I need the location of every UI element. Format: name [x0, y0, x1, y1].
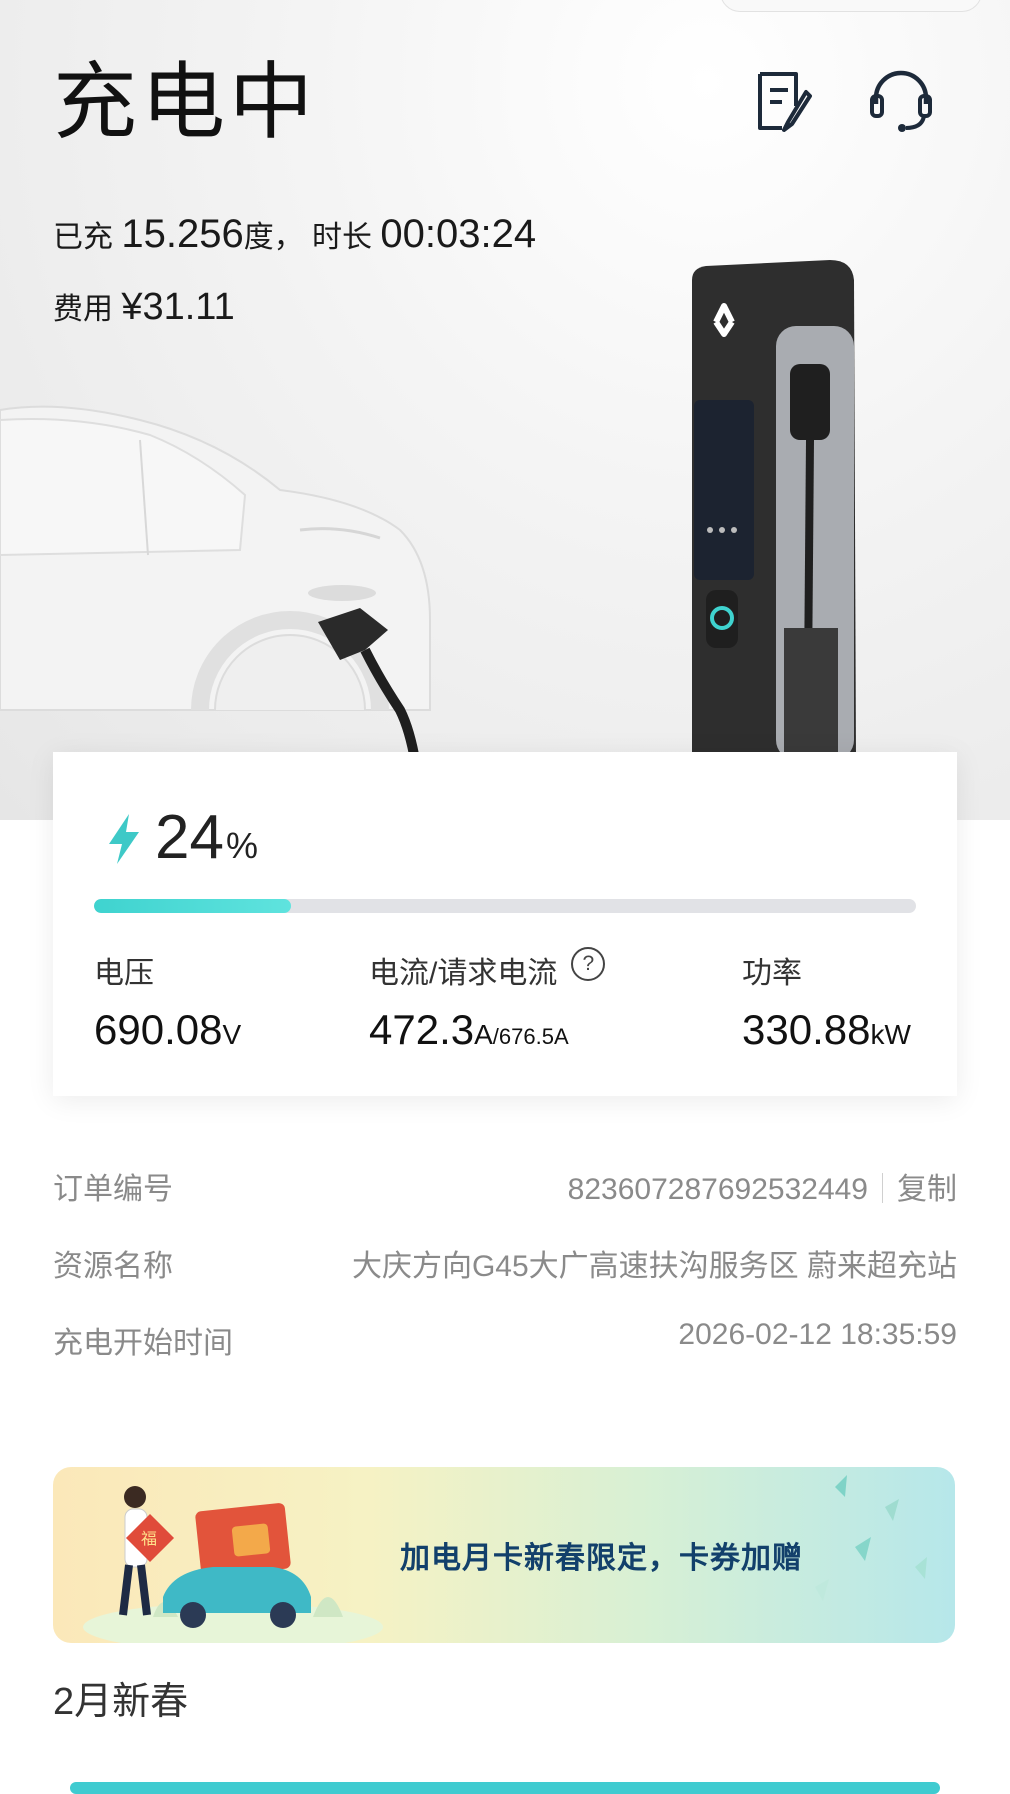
charging-status-card: 24 % 电压 690.08V 电流/请求电流 ? 472.3A/676.5A … [53, 752, 957, 1096]
fee-label: 费用 [53, 293, 113, 326]
charge-progress-fill [94, 899, 292, 913]
copy-button[interactable]: 复制 [897, 1173, 957, 1206]
charger-pile-illustration [692, 260, 856, 760]
battery-percent: 24 % [107, 802, 258, 873]
lightning-bolt-icon [109, 814, 139, 864]
battery-percent-unit: % [225, 825, 258, 866]
charged-stats: 已充 15.256度， 时长 00:03:24 [53, 212, 536, 257]
fee-value: ¥31.11 [121, 286, 235, 328]
promo-banner[interactable]: 福 加电月卡新春限定，卡券加赠 [53, 1467, 955, 1643]
battery-percent-value: 24 [155, 803, 224, 872]
divider [882, 1173, 883, 1203]
edit-document-icon[interactable] [748, 66, 818, 136]
current-label-row: 电流/请求电流 ? [369, 947, 606, 992]
order-number-value: 823607287692532449 [567, 1173, 868, 1206]
start-time-value: 2026-02-12 18:35:59 [678, 1318, 957, 1351]
duration-value: 00:03:24 [380, 212, 537, 256]
resource-row: 资源名称 大庆方向G45大广高速扶沟服务区 蔚来超充站 [53, 1241, 957, 1291]
start-time-row: 充电开始时间 2026-02-12 18:35:59 [53, 1318, 957, 1368]
order-number-value-wrap: 823607287692532449 复制 [568, 1164, 957, 1208]
current-unit: A [474, 1019, 493, 1050]
fortune-badge: 福 [141, 1531, 158, 1548]
promo-illustration [83, 1486, 383, 1643]
resource-label: 资源名称 [53, 1250, 173, 1283]
current-value: 472.3 [369, 1006, 475, 1053]
charged-energy: 15.256 [121, 212, 244, 256]
power-value-line: 330.88kW [742, 1006, 911, 1054]
order-number-row: 订单编号 823607287692532449 复制 [53, 1164, 957, 1214]
duration-label: 时长 [312, 221, 373, 254]
page-title: 充电中 [53, 55, 318, 149]
requested-current: /676.5A [492, 1024, 569, 1049]
hero-section: 充电中 已充 15.256度， 时长 00:03:24 费用 ¥31.11 [0, 0, 1010, 820]
next-section-edge [70, 1782, 940, 1794]
voltage-label: 电压 [94, 957, 154, 990]
power-label: 功率 [742, 957, 802, 990]
current-label: 电流/请求电流 [369, 957, 558, 990]
power-unit: kW [870, 1019, 911, 1050]
start-time-label: 充电开始时间 [53, 1327, 233, 1360]
headset-icon[interactable] [866, 66, 936, 136]
confetti-decoration [815, 1475, 927, 1601]
promo-banner-text: 加电月卡新春限定，卡券加赠 [400, 1542, 803, 1575]
question-circle-icon[interactable]: ? [571, 947, 606, 981]
section-title: 2月新春 [53, 1681, 189, 1723]
metric-current: 电流/请求电流 ? 472.3A/676.5A [369, 947, 606, 1054]
order-number-label: 订单编号 [53, 1173, 173, 1206]
metric-voltage: 电压 690.08V [94, 948, 241, 1054]
metric-power: 功率 330.88kW [742, 948, 911, 1054]
charged-unit: 度， [243, 221, 304, 254]
voltage-value: 690.08 [94, 1006, 223, 1053]
voltage-value-line: 690.08V [94, 1006, 241, 1054]
voltage-unit: V [222, 1019, 242, 1050]
top-pill [720, 0, 982, 12]
fee-stats: 费用 ¥31.11 [53, 284, 235, 329]
charge-progress-bar [94, 899, 916, 913]
power-value: 330.88 [742, 1006, 871, 1053]
charged-label: 已充 [53, 221, 113, 254]
current-value-line: 472.3A/676.5A [369, 1006, 605, 1054]
resource-value: 大庆方向G45大广高速扶沟服务区 蔚来超充站 [351, 1250, 957, 1283]
car-illustration [0, 405, 431, 800]
